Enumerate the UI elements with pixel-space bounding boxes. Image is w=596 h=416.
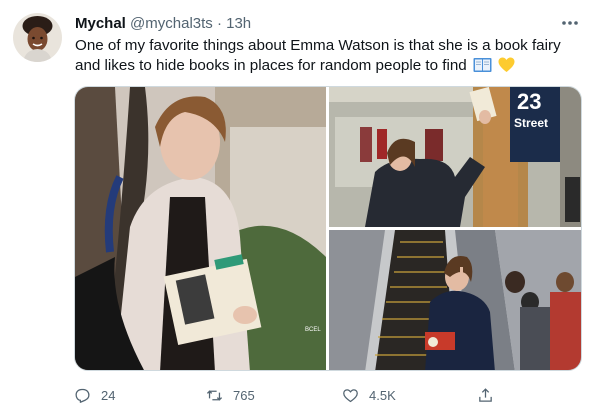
media-grid[interactable]: BCEL 23 Street [74,86,582,371]
tweet[interactable]: Mychal @mychal3ts · 13h One of my favori… [0,0,596,416]
more-icon[interactable] [557,12,583,34]
separator: · [216,15,222,32]
woman-holding-books-photo[interactable]: BCEL [75,87,326,371]
station-sign-word: Street [514,116,548,130]
share-button[interactable] [477,383,494,407]
retweet-icon [206,389,223,401]
tweet-text-container: One of my favorite things about Emma Wat… [75,36,585,79]
avatar[interactable] [13,13,62,62]
heart-icon [343,388,358,402]
yellow-heart-emoji [498,57,515,79]
reply-button[interactable]: 24 [74,383,115,407]
watermark: BCEL [305,327,321,333]
retweet-count: 765 [233,387,255,403]
tweet-header: Mychal @mychal3ts · 13h [75,14,251,33]
book-emoji [473,57,492,79]
reply-icon [75,388,90,403]
retweet-button[interactable]: 765 [206,383,255,407]
timestamp[interactable]: 13h [226,15,251,32]
tweet-actions: 24 765 4.5K [74,383,584,407]
author-name[interactable]: Mychal [75,15,126,32]
author-handle[interactable]: @mychal3ts [130,15,213,32]
reply-count: 24 [101,387,116,403]
subway-station-photo[interactable]: 23 Street [329,87,582,227]
share-icon [479,387,492,402]
escalator-photo[interactable] [329,230,582,371]
like-button[interactable]: 4.5K [342,383,396,407]
station-sign-number: 23 [517,89,541,114]
like-count: 4.5K [369,387,396,403]
